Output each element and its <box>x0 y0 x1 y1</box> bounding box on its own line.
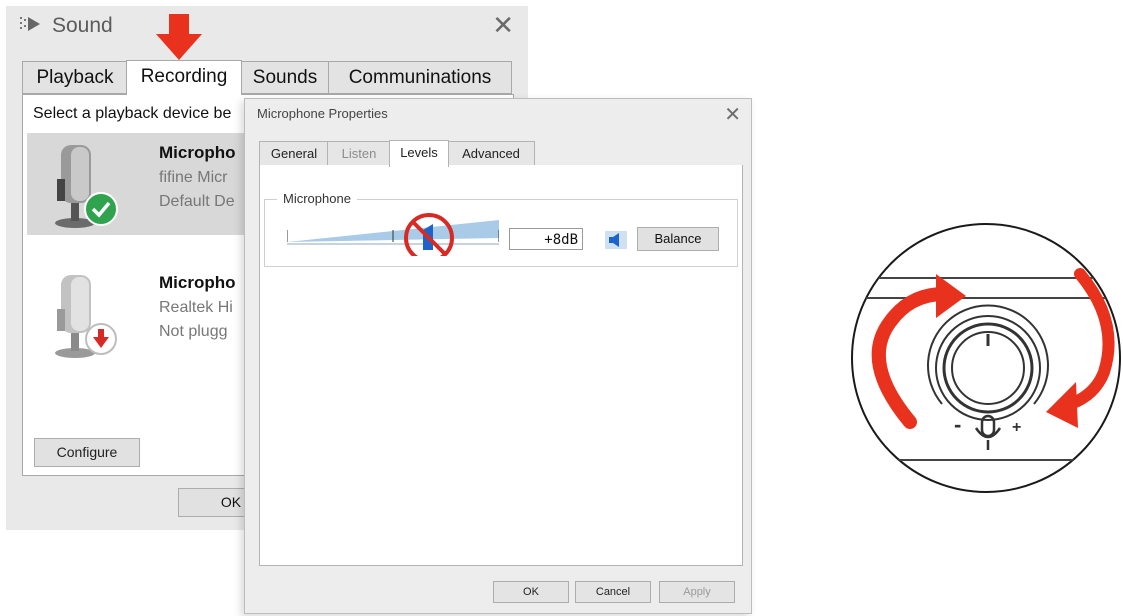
device-description: fifine Micr <box>159 169 228 186</box>
ok-button[interactable]: OK <box>493 581 569 603</box>
minus-label: - <box>954 412 961 437</box>
check-icon <box>84 192 118 226</box>
plus-label: + <box>1012 419 1021 436</box>
speaker-icon <box>18 13 44 40</box>
speaker-icon[interactable] <box>605 231 627 249</box>
apply-button[interactable]: Apply <box>659 581 735 603</box>
device-status: Default De <box>159 193 235 210</box>
gain-knob-illustration: - + <box>851 223 1121 493</box>
tab-general[interactable]: General <box>259 141 329 165</box>
tab-communications[interactable]: Communinations <box>328 61 512 93</box>
device-name: Micropho <box>159 143 236 162</box>
sound-titlebar: Sound <box>18 10 113 42</box>
device-name: Micropho <box>159 273 236 292</box>
instruction-text: Select a playback device be <box>33 105 232 122</box>
group-label: Microphone <box>277 191 357 206</box>
dialog-title: Microphone Properties <box>257 106 388 121</box>
sound-tabbar: Playback Recording Sounds Communinations <box>22 60 512 95</box>
level-slider[interactable] <box>287 212 499 256</box>
device-description: Realtek Hi <box>159 299 233 316</box>
tab-listen[interactable]: Listen <box>327 141 391 165</box>
microphone-level-group: Microphone +8dB Balance <box>264 191 738 267</box>
tab-playback[interactable]: Playback <box>22 61 128 93</box>
tab-levels[interactable]: Levels <box>389 140 449 167</box>
properties-tabbar: General Listen Levels Advanced <box>259 140 737 167</box>
tab-recording[interactable]: Recording <box>126 60 242 95</box>
tab-advanced[interactable]: Advanced <box>447 141 535 165</box>
level-value: +8dB <box>509 228 583 250</box>
microphone-properties-dialog: Microphone Properties ✕ General Listen L… <box>244 98 752 614</box>
sound-title: Sound <box>52 14 113 37</box>
microphone-icon <box>45 139 135 231</box>
configure-button[interactable]: Configure <box>34 438 140 467</box>
close-icon[interactable]: ✕ <box>724 102 741 127</box>
arrow-down-icon <box>156 14 202 60</box>
cancel-button[interactable]: Cancel <box>575 581 651 603</box>
balance-button[interactable]: Balance <box>637 227 719 251</box>
microphone-icon <box>45 269 135 361</box>
tab-sounds[interactable]: Sounds <box>240 61 330 93</box>
levels-panel: Microphone +8dB Balance <box>259 165 743 566</box>
device-status: Not plugg <box>159 323 228 340</box>
close-icon[interactable]: ✕ <box>492 12 514 38</box>
